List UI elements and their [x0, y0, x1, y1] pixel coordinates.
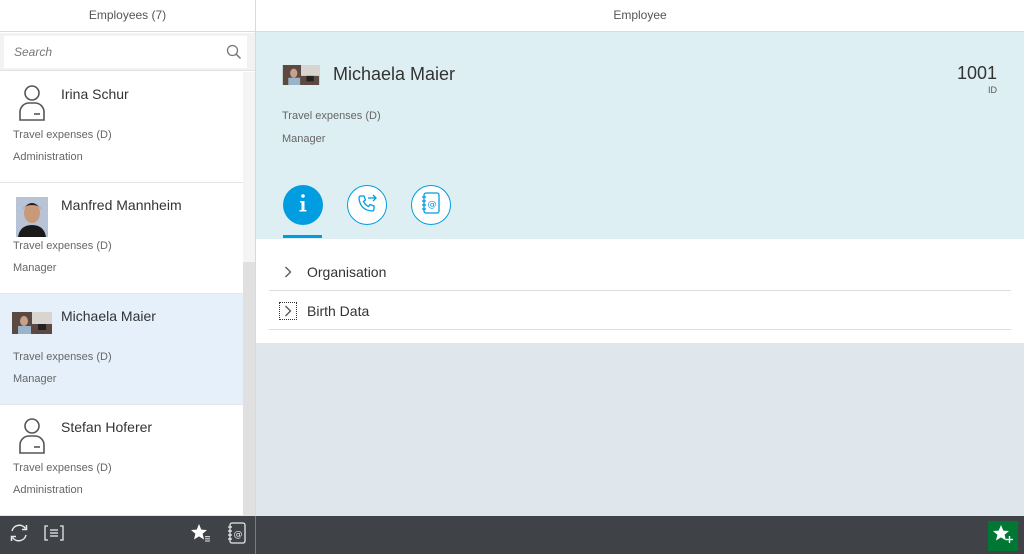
object-number: 1001 — [956, 63, 997, 83]
search-box — [4, 36, 247, 68]
phone-forward-icon — [356, 192, 378, 219]
chevron-right-icon[interactable] — [279, 302, 297, 320]
person-icon — [16, 415, 48, 455]
panel-title: Birth Data — [307, 303, 370, 319]
detail-title: Employee — [256, 0, 1024, 32]
list-item[interactable]: Stefan Hoferer Travel expenses (D) Admin… — [0, 405, 243, 516]
master-pane: Employees (7) Irina Schur Travel expense… — [0, 0, 256, 554]
employee-photo — [282, 65, 320, 85]
list-icon — [44, 524, 64, 546]
search-icon[interactable] — [226, 44, 242, 60]
scrollbar-thumb[interactable] — [243, 262, 255, 516]
search-bar — [0, 33, 255, 71]
address-book-icon: @ — [421, 191, 441, 219]
employee-cost-center: Travel expenses (D) — [13, 351, 112, 363]
tab-address[interactable]: @ — [411, 185, 451, 225]
employee-photo — [12, 312, 52, 334]
employee-role: Manager — [13, 262, 57, 274]
object-attribute-cost-center: Travel expenses (D) — [282, 110, 381, 122]
employee-name: Manfred Mannheim — [61, 197, 182, 213]
panel-organisation[interactable]: Organisation — [269, 252, 1011, 291]
list-item[interactable]: Irina Schur Travel expenses (D) Administ… — [0, 72, 243, 183]
detail-footer — [256, 516, 1024, 554]
employee-role: Administration — [13, 484, 83, 496]
list-scrollbar[interactable] — [243, 72, 255, 516]
add-favorite-button[interactable] — [988, 521, 1018, 551]
panel-container: Organisation Birth Data — [256, 239, 1024, 344]
list-item-selected[interactable]: Michaela Maier Travel expenses (D) Manag… — [0, 294, 243, 405]
employee-cost-center: Travel expenses (D) — [13, 240, 112, 252]
tab-info[interactable] — [283, 185, 323, 225]
favorite-list-icon — [190, 523, 212, 548]
employee-cost-center: Travel expenses (D) — [13, 129, 112, 141]
employee-list: Irina Schur Travel expenses (D) Administ… — [0, 72, 243, 516]
chevron-right-icon[interactable] — [280, 264, 296, 280]
search-input[interactable] — [4, 36, 247, 68]
employee-name: Irina Schur — [61, 86, 129, 102]
refresh-icon — [8, 522, 30, 549]
panel-birth-data[interactable]: Birth Data — [269, 291, 1011, 330]
address-book-button[interactable]: @ — [224, 521, 250, 549]
panel-title: Organisation — [307, 264, 387, 280]
list-item[interactable]: Manfred Mannheim Travel expenses (D) Man… — [0, 183, 243, 294]
svg-text:@: @ — [428, 200, 437, 210]
master-title: Employees (7) — [0, 0, 255, 32]
master-footer: @ — [0, 516, 256, 554]
info-icon — [296, 193, 310, 218]
active-tab-indicator — [283, 235, 322, 238]
employee-name: Stefan Hoferer — [61, 419, 153, 435]
refresh-button[interactable] — [6, 523, 32, 547]
add-favorite-icon — [992, 524, 1014, 549]
object-number-unit: ID — [988, 85, 997, 95]
favorites-list-button[interactable] — [188, 523, 214, 547]
svg-text:@: @ — [234, 530, 243, 540]
list-button[interactable] — [41, 523, 67, 547]
employee-photo — [16, 197, 48, 237]
tab-contact[interactable] — [347, 185, 387, 225]
employee-cost-center: Travel expenses (D) — [13, 462, 112, 474]
detail-pane: Employee Michaela Maier 1001 ID Travel e… — [256, 0, 1024, 554]
employee-role: Administration — [13, 151, 83, 163]
employee-role: Manager — [13, 373, 57, 385]
object-header: Michaela Maier 1001 ID Travel expenses (… — [256, 32, 1024, 239]
object-title: Michaela Maier — [333, 64, 456, 84]
employee-name: Michaela Maier — [61, 308, 156, 324]
address-book-icon: @ — [227, 521, 247, 549]
person-icon — [16, 82, 48, 122]
object-attribute-role: Manager — [282, 133, 326, 145]
